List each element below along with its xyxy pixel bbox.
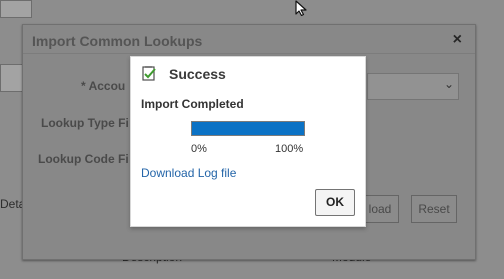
chevron-down-icon: ⌄ — [443, 77, 454, 91]
account-label-text: Accou — [88, 79, 126, 93]
account-select[interactable]: ⌄ — [367, 73, 459, 100]
success-title: Success — [169, 66, 226, 82]
progress-fill — [192, 122, 304, 135]
upload-button[interactable]: load — [361, 195, 399, 223]
import-progress-bar — [191, 121, 305, 136]
close-icon[interactable]: × — [453, 31, 462, 49]
reset-button[interactable]: Reset — [411, 195, 457, 223]
success-dialog: Success Import Completed 0% 100% Downloa… — [130, 56, 366, 227]
lookup-code-file-label: Lookup Code Fi — [38, 152, 129, 166]
dialog-header: Import Common Lookups × — [23, 25, 475, 54]
progress-max-label: 100% — [275, 143, 304, 155]
ok-button[interactable]: OK — [315, 189, 355, 216]
download-log-file-link[interactable]: Download Log file — [141, 166, 236, 180]
dialog-title: Import Common Lookups — [32, 33, 203, 49]
account-field-label: * Accou — [81, 79, 125, 93]
progress-min-label: 0% — [191, 143, 207, 155]
background-top-box — [0, 0, 32, 18]
required-asterisk: * — [81, 79, 86, 93]
lookup-type-file-label: Lookup Type Fi — [41, 116, 129, 130]
success-icon — [142, 66, 156, 81]
import-completed-message: Import Completed — [141, 97, 244, 111]
mouse-pointer-icon — [295, 0, 307, 16]
